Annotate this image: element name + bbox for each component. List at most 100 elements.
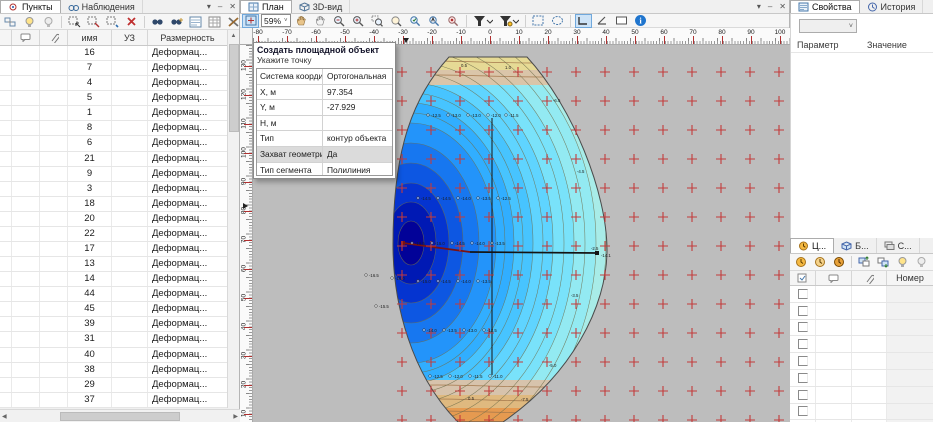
lasso-select-icon[interactable] xyxy=(549,14,566,28)
bulb-on-icon[interactable] xyxy=(21,15,38,29)
rect-select-icon[interactable] xyxy=(530,14,547,28)
close-icon[interactable]: ✕ xyxy=(779,2,786,11)
dropdown-icon[interactable]: ▾ xyxy=(207,2,211,11)
hscroll-thumb[interactable] xyxy=(60,412,180,421)
table-row[interactable]: 29Деформац... xyxy=(0,378,228,393)
move-down-layer-icon[interactable] xyxy=(875,255,892,269)
zoom-in-icon[interactable] xyxy=(350,14,367,28)
rectangle-tool-icon[interactable] xyxy=(613,14,630,28)
minimize-icon[interactable]: – xyxy=(218,2,222,11)
left-hscrollbar[interactable]: ◀ ▶ xyxy=(0,409,240,422)
table-row[interactable]: 4Деформац... xyxy=(0,76,228,91)
tab-observations[interactable]: Наблюдения xyxy=(61,0,143,13)
tab-properties[interactable]: Свойства xyxy=(790,0,860,13)
zoom-object-icon[interactable] xyxy=(445,14,462,28)
dialog-row[interactable]: X, м97.354 xyxy=(257,85,392,101)
delete-icon[interactable] xyxy=(123,15,140,29)
row-checkbox[interactable] xyxy=(798,356,808,366)
zoom-window-icon[interactable] xyxy=(369,14,386,28)
comment-icon[interactable] xyxy=(816,271,852,285)
row-checkbox[interactable] xyxy=(798,390,808,400)
table-row[interactable]: 18Деформац... xyxy=(0,197,228,212)
dialog-row[interactable]: H, м xyxy=(257,116,392,132)
ortho-mode-icon[interactable] xyxy=(575,14,592,28)
dialog-row[interactable]: Типконтур объекта xyxy=(257,131,392,147)
zoom-selected-icon[interactable] xyxy=(407,14,424,28)
comment-icon[interactable] xyxy=(12,30,40,45)
angle-mode-icon[interactable] xyxy=(594,14,611,28)
uz-column-header[interactable]: УЗ xyxy=(112,30,148,45)
move-up-layer-icon[interactable] xyxy=(856,255,873,269)
table-row[interactable]: 16Деформац... xyxy=(0,46,228,61)
minimize-icon[interactable]: – xyxy=(768,2,772,11)
table-row[interactable]: 6 xyxy=(790,387,933,404)
row-checkbox[interactable] xyxy=(798,373,808,383)
select-remove-icon[interactable] xyxy=(85,15,102,29)
tab-blocks[interactable]: Б... xyxy=(834,238,876,253)
zoom-all-icon[interactable] xyxy=(426,14,443,28)
table-row[interactable]: 37Деформац... xyxy=(0,393,228,408)
checkbox-column-icon[interactable] xyxy=(790,271,816,285)
table-row[interactable]: 45Деформац... xyxy=(0,302,228,317)
table-row[interactable]: 20Деформац... xyxy=(0,212,228,227)
select-invert-icon[interactable] xyxy=(104,15,121,29)
table-row[interactable]: 8Деформац... xyxy=(0,121,228,136)
filter-icon[interactable] xyxy=(471,14,495,28)
dialog-field-value[interactable] xyxy=(323,116,392,131)
row-checkbox[interactable] xyxy=(798,289,808,299)
table-row[interactable]: 7Деформац... xyxy=(0,61,228,76)
link-points-icon[interactable] xyxy=(2,15,19,29)
dialog-field-value[interactable]: 97.354 xyxy=(323,85,392,100)
tab-history[interactable]: История xyxy=(860,0,924,13)
table-row[interactable]: 3 xyxy=(790,336,933,353)
info-icon[interactable]: i xyxy=(632,14,649,28)
bulb-off-icon[interactable] xyxy=(40,15,57,29)
table-row[interactable]: 14Деформац... xyxy=(0,272,228,287)
pan-drag-icon[interactable] xyxy=(312,14,329,28)
vscroll-thumb[interactable] xyxy=(229,44,239,132)
zoom-extents-icon[interactable] xyxy=(242,14,259,28)
row-checkbox[interactable] xyxy=(798,322,808,332)
row-checkbox[interactable] xyxy=(798,306,808,316)
zoom-dynamic-icon[interactable] xyxy=(388,14,405,28)
filter-settings-icon[interactable] xyxy=(497,14,521,28)
table-row[interactable]: 22Деформац... xyxy=(0,227,228,242)
table-row[interactable]: 9Деформац... xyxy=(0,167,228,182)
dialog-field-value[interactable]: -27.929 xyxy=(323,100,392,115)
pan-hand-icon[interactable] xyxy=(293,14,310,28)
table-row[interactable]: 21Деформац... xyxy=(0,152,228,167)
dialog-field-value[interactable]: Ортогональная xyxy=(323,69,392,84)
table-row[interactable]: 39Деформац... xyxy=(0,317,228,332)
table-row[interactable]: 7 xyxy=(790,404,933,421)
table-view-icon[interactable] xyxy=(206,15,223,29)
value-column-header[interactable]: Значение xyxy=(861,38,907,52)
table-row[interactable]: 17Деформац... xyxy=(0,242,228,257)
select-add-icon[interactable] xyxy=(66,15,83,29)
dropdown-icon[interactable]: ▾ xyxy=(757,2,761,11)
scroll-left-icon[interactable]: ◀ xyxy=(2,413,7,420)
dimension-column-header[interactable]: Размерность xyxy=(148,30,228,45)
table-row[interactable]: 4 xyxy=(790,353,933,370)
selection-column-header[interactable] xyxy=(0,30,12,45)
table-row[interactable]: 5 xyxy=(790,370,933,387)
close-icon[interactable]: ✕ xyxy=(229,2,236,11)
card-view-icon[interactable] xyxy=(187,15,204,29)
number-column-header[interactable]: Номер xyxy=(887,271,933,285)
attachment-icon[interactable] xyxy=(852,271,887,285)
table-row[interactable]: 13Деформац... xyxy=(0,257,228,272)
table-row[interactable]: 44Деформац... xyxy=(0,287,228,302)
name-column-header[interactable]: имя xyxy=(68,30,112,45)
table-row[interactable]: 2 xyxy=(790,320,933,337)
table-row[interactable]: 3Деформац... xyxy=(0,182,228,197)
table-row[interactable]: 1 xyxy=(790,303,933,320)
find-icon[interactable] xyxy=(149,15,166,29)
cycle-delete-icon[interactable] xyxy=(830,255,847,269)
tab-plan[interactable]: План xyxy=(240,0,292,13)
param-column-header[interactable]: Параметр xyxy=(791,38,861,52)
table-row[interactable]: 38Деформац... xyxy=(0,363,228,378)
scroll-up-icon[interactable]: ▲ xyxy=(228,30,239,42)
dialog-row[interactable]: Y, м-27.929 xyxy=(257,100,392,116)
find-next-icon[interactable] xyxy=(168,15,185,29)
object-selector-combo[interactable]: ˅ xyxy=(799,19,857,33)
table-row[interactable]: 1Деформац... xyxy=(0,106,228,121)
